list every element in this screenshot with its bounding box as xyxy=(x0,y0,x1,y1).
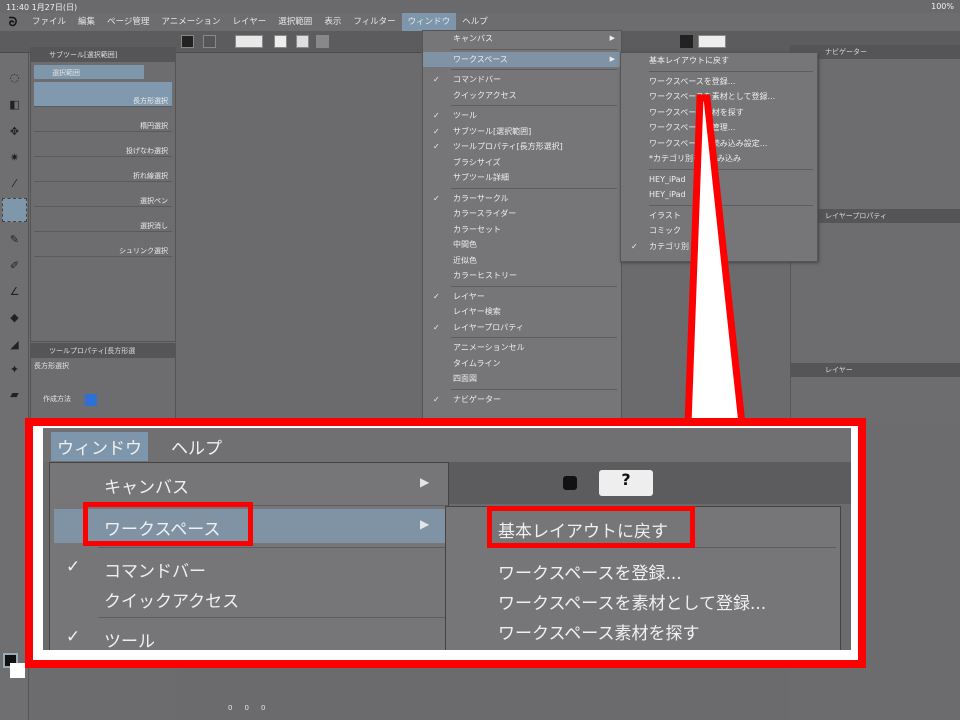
highlight-box-reset-layout xyxy=(487,506,695,548)
zoom-item-tool: ツール xyxy=(104,632,155,650)
zoom-arrow-icon: ▶ xyxy=(420,517,430,531)
zoom-item-quickaccess: クイックアクセス xyxy=(104,592,240,612)
zoom-window-menu: キャンバス ▶ ワークスペース ▶ ✓ コマンドバー クイックアクセス ✓ ツー… xyxy=(49,462,449,650)
zoom-check-icon: ✓ xyxy=(66,557,81,577)
zoom-menu-window: ウィンドウ xyxy=(51,432,148,461)
highlight-box-workspace xyxy=(83,502,253,546)
zoom-arrow-icon: ▶ xyxy=(420,475,430,489)
zoom-help-button: ? xyxy=(599,470,653,496)
zoom-callout: ウィンドウ ヘルプ ? キャンバス ▶ ワークスペース ▶ ✓ コマンドバー ク… xyxy=(25,418,866,668)
zoom-menu-help: ヘルプ xyxy=(171,439,222,459)
zoom-tutorial-icon xyxy=(563,476,577,490)
zoom-check-icon: ✓ xyxy=(66,627,81,647)
zoom-item-register: ワークスペースを登録... xyxy=(498,564,682,584)
zoom-item-register-material: ワークスペースを素材として登録... xyxy=(498,594,767,614)
zoom-item-find-material: ワークスペース素材を探す xyxy=(498,624,700,644)
zoom-item-canvas: キャンバス xyxy=(104,478,189,498)
zoomed-menu-image: ウィンドウ ヘルプ ? キャンバス ▶ ワークスペース ▶ ✓ コマンドバー ク… xyxy=(43,428,851,650)
callout-wedge xyxy=(684,94,746,428)
zoom-item-commandbar: コマンドバー xyxy=(104,562,206,582)
